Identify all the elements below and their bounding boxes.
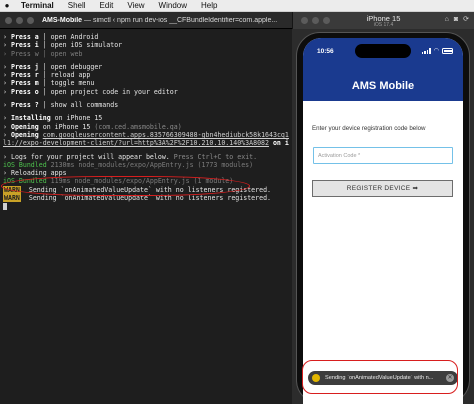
register-device-button[interactable]: REGISTER DEVICE ➡ [312,180,453,197]
status-time: 10:56 [317,48,334,55]
simulator-titlebar[interactable]: iPhone 15 iOS 17.4 ⌂ ◙ ⟳ [292,12,474,29]
home-icon[interactable]: ⌂ [445,16,449,24]
phone-screen[interactable]: 10:56 ◠ AMS Mobile Enter your device reg… [303,38,463,404]
terminal-line: › Press r │ reload app [3,71,91,80]
rotate-icon[interactable]: ⟳ [463,16,469,24]
terminal-line: › Opening com.googleusercontent.apps.835… [3,131,289,139]
app-title: AMS Mobile [351,80,415,92]
signal-icon [421,48,431,54]
app-header: AMS Mobile [303,68,463,101]
terminal-line: › Press j │ open debugger [3,62,103,71]
apple-icon[interactable]: ● [0,1,14,10]
terminal-line: › Press ? │ show all commands [3,101,119,110]
terminal-line: › Installing on iPhone 15 [3,114,103,123]
terminal-title: AMS-Mobile — simctl ‹ npm run dev-ios __… [42,16,278,24]
status-bar: 10:56 ◠ [303,38,463,68]
activation-code-input[interactable]: Activation Code * [313,147,453,164]
terminal-cursor [3,202,7,210]
terminal-line: l1://expo-development-client/?url=http%3… [3,139,289,148]
menu-terminal[interactable]: Terminal [14,1,61,10]
zoom-window-button[interactable] [27,16,34,24]
screenshot-icon[interactable]: ◙ [454,16,458,24]
terminal-line: › Press m │ toggle menu [3,79,95,88]
menu-view[interactable]: View [120,1,151,10]
menu-bar: ● Terminal Shell Edit View Window Help [0,0,474,12]
close-window-button[interactable] [5,16,12,24]
menu-help[interactable]: Help [194,1,224,10]
menu-window[interactable]: Window [152,1,194,10]
terminal-line: › Press w │ open web [3,49,83,58]
terminal-titlebar[interactable]: AMS-Mobile — simctl ‹ npm run dev-ios __… [0,12,292,29]
terminal-output[interactable]: › Press a │ open Android › Press i │ ope… [0,29,292,404]
annotation-circle [302,360,458,394]
terminal-line: › Press a │ open Android [3,33,99,41]
menu-shell[interactable]: Shell [61,1,93,10]
activation-code-placeholder: Activation Code * [318,152,361,159]
terminal-line: iOS Bundled 2130ms node_modules/expo/App… [3,160,254,169]
battery-icon [442,48,453,54]
terminal-line: › Press i │ open iOS simulator [3,41,123,50]
terminal-line: › Press o │ open project code in your ed… [3,87,178,96]
menu-edit[interactable]: Edit [93,1,121,10]
terminal-line: › Logs for your project will appear belo… [3,152,258,161]
registration-prompt: Enter your device registration code belo… [312,125,426,132]
terminal-line: › Opening on iPhone 15 (com.ced.amsmobil… [3,122,182,131]
terminal-link[interactable]: l1://expo-development-client/?url=http%3… [3,139,269,147]
terminal-link[interactable]: com.googleusercontent.apps.835766309488-… [43,131,289,139]
annotation-circle [1,176,250,196]
warn-badge: WARN [3,194,21,203]
dynamic-island [355,44,411,58]
minimize-window-button[interactable] [16,16,23,24]
window-controls [5,16,34,24]
wifi-icon: ◠ [433,48,439,54]
